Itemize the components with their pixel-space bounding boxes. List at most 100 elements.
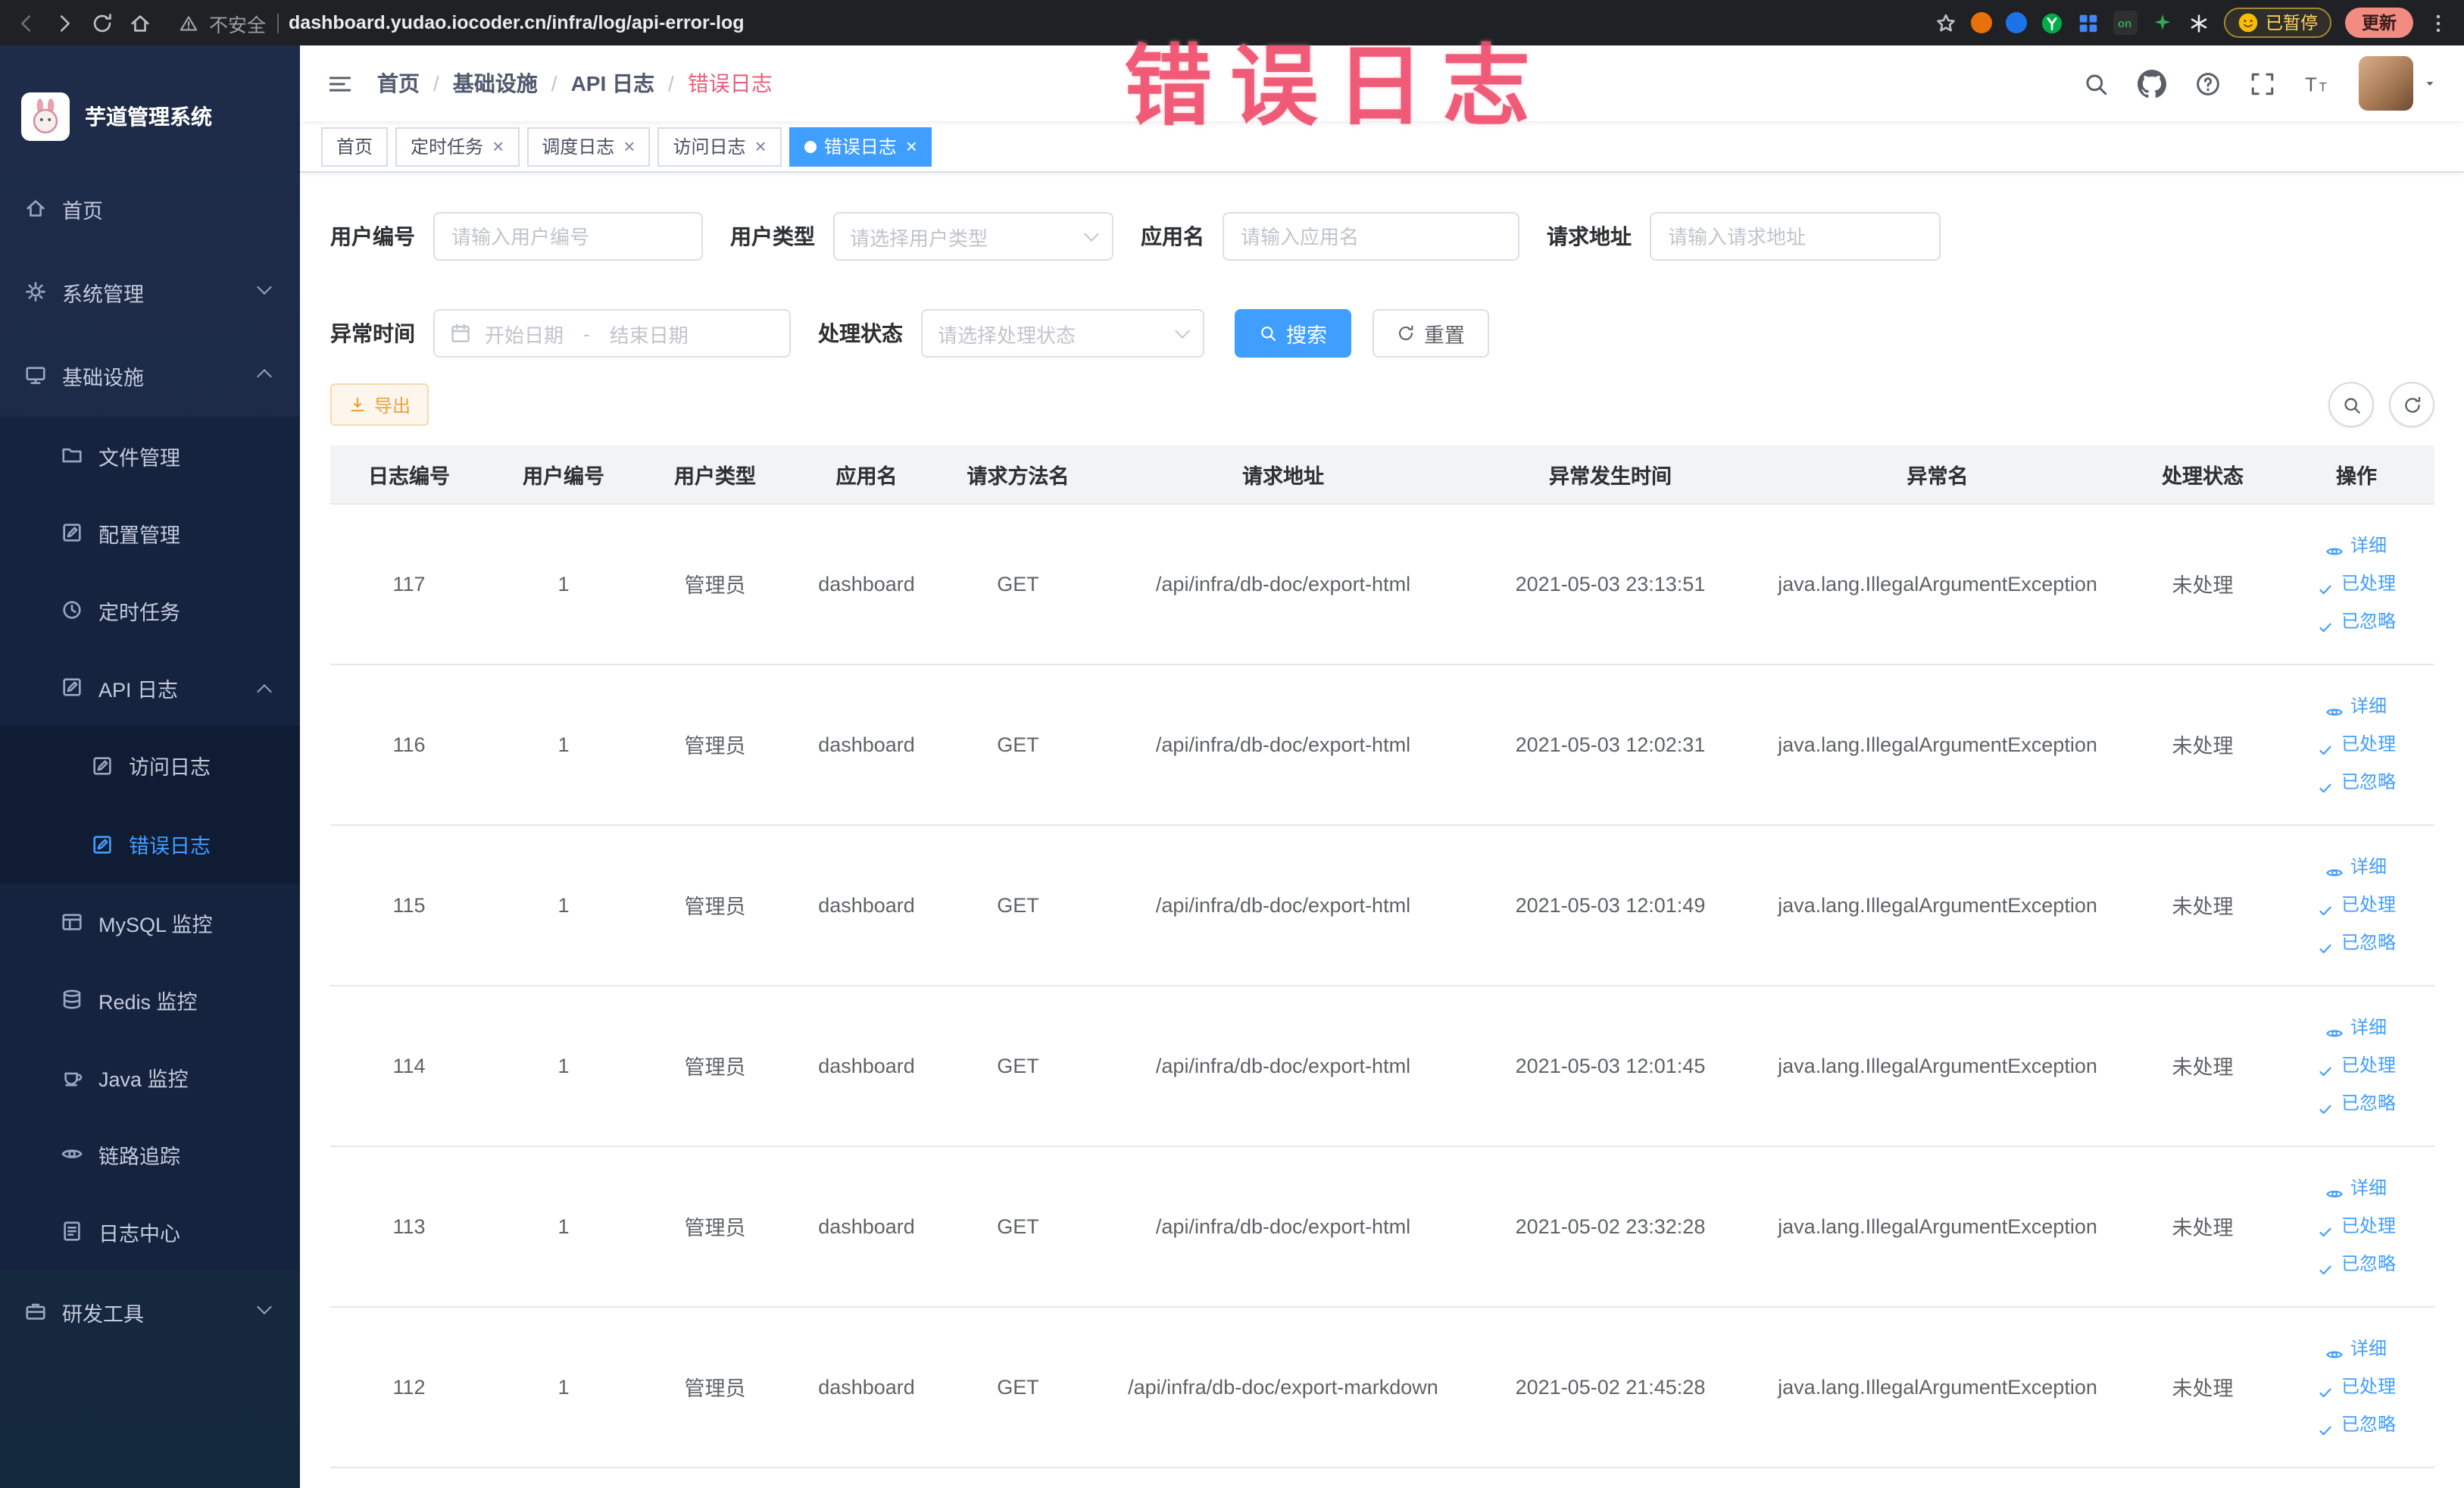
detail-link[interactable]: 详细 [2278,527,2434,564]
sidebar-item-config[interactable]: 配置管理 [0,494,300,571]
paused-badge[interactable]: 已暂停 [2223,8,2331,38]
user-type-select[interactable]: 请选择用户类型 [833,212,1113,261]
extension-blue-icon[interactable] [2005,12,2026,33]
tab-访问日志[interactable]: 访问日志 × [657,127,782,166]
gear-icon [24,280,47,303]
tab-调度日志[interactable]: 调度日志 × [526,127,651,166]
mark-ignored-link[interactable]: 已忽略 [2278,602,2434,640]
browser-refresh-icon[interactable] [91,11,114,34]
sidebar-item-mysql[interactable]: MySQL 监控 [0,883,300,961]
user-avatar[interactable] [2359,56,2437,111]
cell-user-id: 1 [488,664,639,825]
filter-label-app-name: 应用名 [1141,224,1204,249]
action-label: 详细 [2350,1016,2387,1037]
sidebar-item-java[interactable]: Java 监控 [0,1038,300,1115]
cell-exception-time: 2021-05-03 12:01:45 [1472,985,1748,1146]
sidebar-item-home[interactable]: 首页 [0,167,300,250]
detail-link[interactable]: 详细 [2278,1330,2434,1368]
action-label: 已忽略 [2341,1413,2396,1434]
sidebar-item-dev-tools[interactable]: 研发工具 [0,1270,300,1353]
paused-badge-label: 已暂停 [2266,15,2318,33]
tab-定时任务[interactable]: 定时任务 × [395,127,520,166]
fullscreen-icon[interactable] [2250,70,2275,96]
browser-back-icon[interactable] [15,11,38,34]
refresh-table-button[interactable] [2389,382,2434,427]
address-bar[interactable]: 不安全 dashboard.yudao.iocoder.cn/infra/log… [179,8,745,37]
sidebar-item-label: 链路追踪 [98,1145,180,1168]
sidebar-item-infra[interactable]: 基础设施 [0,333,300,417]
check-icon [2317,933,2335,954]
mark-processed-link[interactable]: 已处理 [2278,564,2434,602]
help-icon[interactable] [2195,70,2221,96]
detail-link[interactable]: 详细 [2278,1169,2434,1207]
sidebar-item-api-log[interactable]: API 日志 [0,649,300,726]
search-toggle-button[interactable] [2328,382,2374,427]
bookmark-star-icon[interactable] [1934,11,1957,34]
sidebar-item-redis[interactable]: Redis 监控 [0,961,300,1038]
app-name-input[interactable] [1223,212,1519,261]
user-id-input[interactable] [433,212,703,261]
close-icon[interactable]: × [623,136,635,156]
mark-ignored-link[interactable]: 已忽略 [2278,1405,2434,1443]
header-search-icon[interactable] [2083,70,2109,96]
extension-orange-icon[interactable] [1970,12,1991,33]
table-row: 116 1 管理员 dashboard GET/api/infra/db-doc/exp… [330,664,2434,825]
page-content: 用户编号 用户类型 请选择用户类型 应用名 [300,173,2464,1488]
extension-grid-icon[interactable] [2076,11,2099,34]
reset-button[interactable]: 重置 [1373,309,1489,358]
breadcrumb-item[interactable]: 首页 [377,68,420,98]
sidebar-item-label: 错误日志 [129,835,211,858]
action-label: 已处理 [2341,1375,2396,1396]
sidebar-item-error-log[interactable]: 错误日志 [0,805,300,883]
close-icon[interactable]: × [906,136,917,156]
sidebar-item-log-center[interactable]: 日志中心 [0,1193,300,1270]
sidebar-item-file[interactable]: 文件管理 [0,417,300,494]
exception-time-range[interactable]: 开始日期 - 结束日期 [433,309,791,358]
detail-link[interactable]: 详细 [2278,1008,2434,1046]
extension-y-icon[interactable] [2040,11,2063,34]
extension-sparkle-icon[interactable] [2150,11,2173,34]
action-label: 已处理 [2341,572,2396,593]
sidebar-item-access-log[interactable]: 访问日志 [0,726,300,805]
github-icon[interactable] [2138,69,2166,98]
font-size-icon[interactable]: TT [2304,70,2330,96]
mark-processed-link[interactable]: 已处理 [2278,1368,2434,1405]
sidebar-item-trace[interactable]: 链路追踪 [0,1115,300,1193]
mark-ignored-link[interactable]: 已忽略 [2278,1245,2434,1283]
mark-processed-link[interactable]: 已处理 [2278,1046,2434,1084]
sidebar-toggle-icon[interactable] [327,70,353,96]
mark-ignored-link[interactable]: 已忽略 [2278,1084,2434,1122]
extension-asterisk-icon[interactable] [2187,11,2209,34]
mark-processed-link[interactable]: 已处理 [2278,886,2434,924]
avatar [2359,56,2413,111]
calendar-icon [450,323,471,344]
browser-forward-icon[interactable] [53,11,76,34]
app-logo[interactable]: 芋道管理系统 [0,45,300,167]
search-button[interactable]: 搜索 [1235,309,1351,358]
mark-ignored-link[interactable]: 已忽略 [2278,763,2434,801]
tab-错误日志[interactable]: 错误日志 × [789,127,932,166]
mark-processed-link[interactable]: 已处理 [2278,725,2434,763]
status-select[interactable]: 请选择处理状态 [921,309,1204,358]
sidebar-item-system[interactable]: 系统管理 [0,250,300,333]
request-url-input[interactable] [1650,212,1941,261]
mark-ignored-link[interactable]: 已忽略 [2278,924,2434,961]
browser-menu-icon[interactable] [2427,11,2450,34]
detail-link[interactable]: 详细 [2278,687,2434,725]
close-icon[interactable]: × [492,136,504,156]
close-icon[interactable]: × [755,136,767,156]
breadcrumb-item[interactable]: API 日志 [571,68,654,98]
active-tab-dot [804,140,817,152]
mark-processed-link[interactable]: 已处理 [2278,1207,2434,1245]
extension-on-badge[interactable]: on [2113,11,2137,35]
update-button[interactable]: 更新 [2345,8,2413,38]
export-button[interactable]: 导出 [330,383,429,426]
breadcrumb-item[interactable]: 基础设施 [453,68,538,98]
cell-log-id: 113 [330,1146,488,1307]
sidebar-item-job[interactable]: 定时任务 [0,571,300,649]
tab-首页[interactable]: 首页 [321,127,389,166]
browser-home-icon[interactable] [129,11,151,34]
cell-status: 未处理 [2127,985,2278,1146]
screen: 不安全 dashboard.yudao.iocoder.cn/infra/log… [0,0,2464,1488]
detail-link[interactable]: 详细 [2278,848,2434,886]
